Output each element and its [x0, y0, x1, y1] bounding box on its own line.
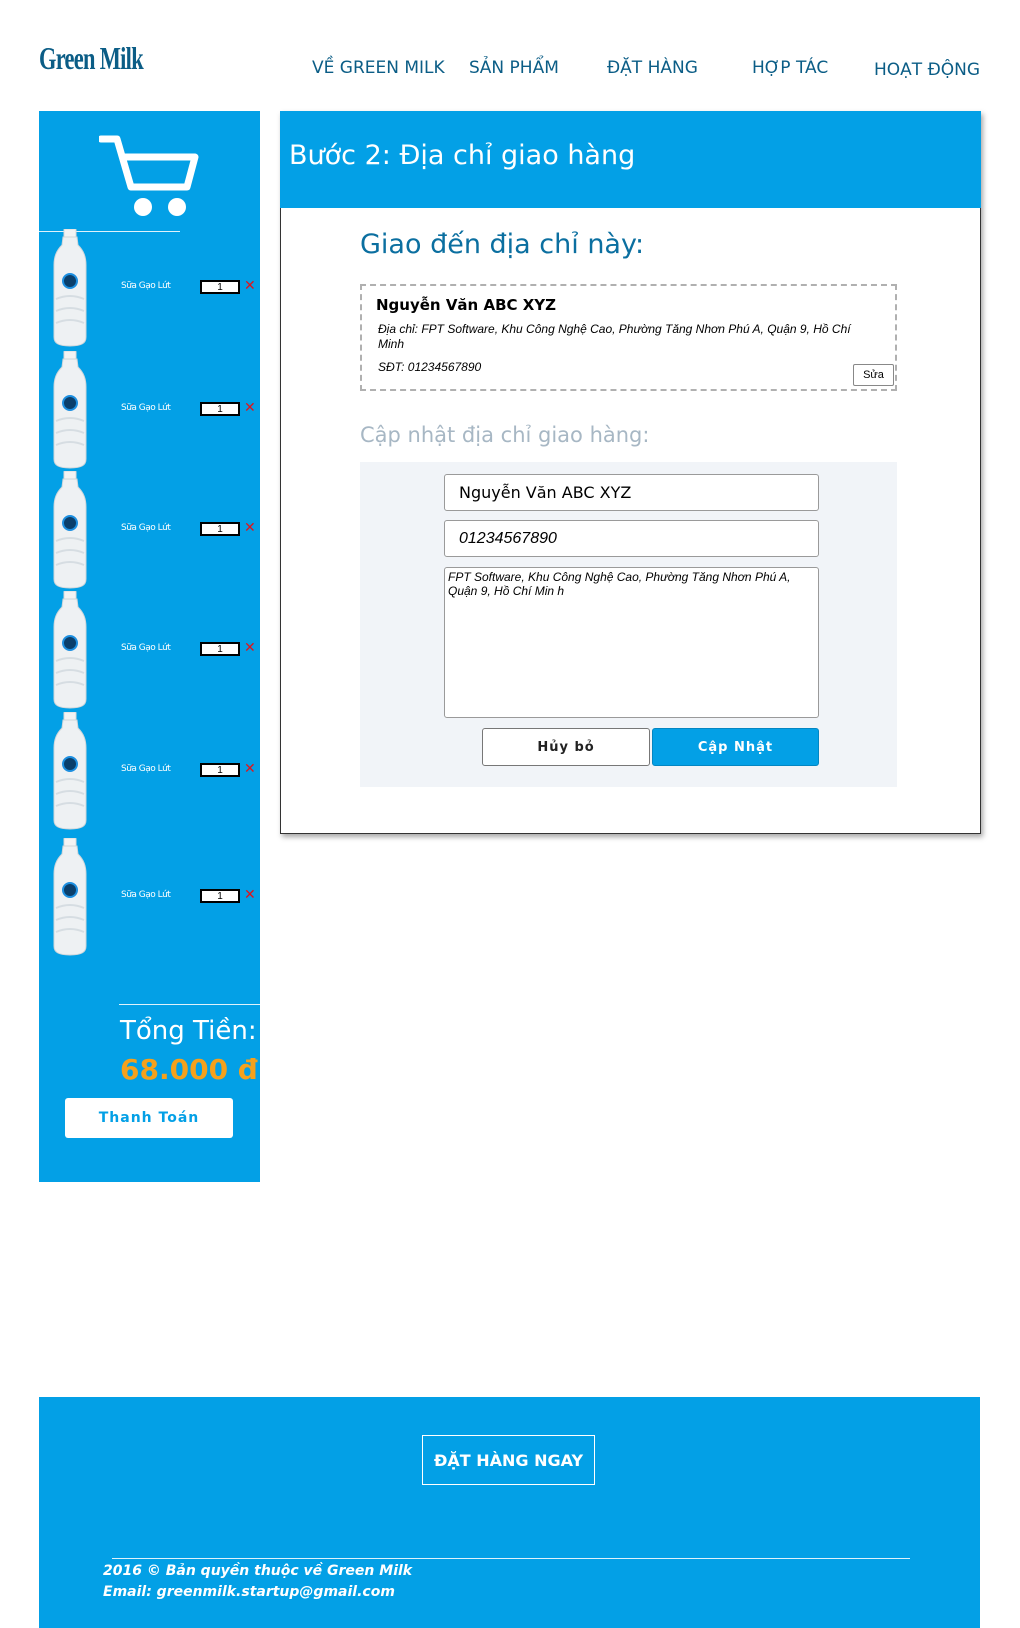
cart-item: Sữa Gạo Lứt ✕ — [39, 588, 260, 713]
total-value: 68.000 đ — [120, 1053, 258, 1086]
address-form: FPT Software, Khu Công Nghệ Cao, Phường … — [360, 462, 897, 787]
logo[interactable]: Green Milk — [39, 40, 144, 77]
address-line: Địa chỉ: FPT Software, Khu Công Nghệ Cao… — [378, 322, 851, 351]
quantity-input[interactable] — [200, 642, 240, 656]
total-divider — [119, 1004, 260, 1005]
cancel-button[interactable]: Hủy bỏ — [482, 728, 650, 766]
deliver-heading: Giao đến địa chỉ này: — [360, 229, 645, 260]
remove-item-icon[interactable]: ✕ — [244, 887, 256, 903]
total-label: Tổng Tiền: — [120, 1016, 257, 1046]
cart-item: Sữa Gạo Lứt ✕ — [39, 348, 260, 473]
quantity-input[interactable] — [200, 763, 240, 777]
page-title: Bước 2: Địa chỉ giao hàng — [289, 140, 636, 171]
product-bottle-image — [51, 711, 89, 830]
remove-item-icon[interactable]: ✕ — [244, 400, 256, 416]
remove-item-icon[interactable]: ✕ — [244, 640, 256, 656]
cart-item: Sữa Gạo Lứt ✕ — [39, 226, 260, 351]
address-card: Nguyễn Văn ABC XYZ Địa chỉ: FPT Software… — [360, 284, 897, 391]
address-name: Nguyễn Văn ABC XYZ — [376, 296, 557, 314]
product-bottle-image — [51, 350, 89, 469]
quantity-input[interactable] — [200, 402, 240, 416]
product-bottle-image — [51, 837, 89, 956]
nav-activities[interactable]: HOẠT ĐỘNG — [874, 60, 980, 80]
name-input[interactable] — [444, 474, 819, 511]
cart-item: Sữa Gạo Lứt ✕ — [39, 709, 260, 834]
nav-about[interactable]: VỀ GREEN MILK — [312, 58, 445, 78]
update-button[interactable]: Cập Nhật — [652, 728, 819, 766]
quantity-input[interactable] — [200, 889, 240, 903]
remove-item-icon[interactable]: ✕ — [244, 278, 256, 294]
nav-products[interactable]: SẢN PHẨM — [469, 58, 559, 78]
remove-item-icon[interactable]: ✕ — [244, 761, 256, 777]
product-bottle-image — [51, 470, 89, 589]
update-heading: Cập nhật địa chỉ giao hàng: — [360, 423, 650, 447]
cart-sidebar: Sữa Gạo Lứt✕Sữa Gạo Lứt✕Sữa Gạo Lứt✕Sữa … — [39, 111, 260, 1182]
shipping-address-panel: Bước 2: Địa chỉ giao hàng Giao đến địa c… — [280, 111, 981, 834]
quantity-input[interactable] — [200, 522, 240, 536]
remove-item-icon[interactable]: ✕ — [244, 520, 256, 536]
cart-item-name: Sữa Gạo Lứt — [121, 764, 171, 774]
cart-item-name: Sữa Gạo Lứt — [121, 890, 171, 900]
copyright-text: 2016 © Bản quyền thuộc về Green Milk — [103, 1563, 413, 1579]
cart-item-name: Sữa Gạo Lứt — [121, 523, 171, 533]
cart-item-name: Sữa Gạo Lứt — [121, 281, 171, 291]
product-bottle-image — [51, 228, 89, 347]
address-phone: SĐT: 01234567890 — [378, 360, 482, 374]
cart-item: Sữa Gạo Lứt ✕ — [39, 835, 260, 960]
edit-address-button[interactable]: Sửa — [853, 364, 894, 386]
checkout-button[interactable]: Thanh Toán — [65, 1098, 233, 1138]
order-now-button[interactable]: ĐẶT HÀNG NGAY — [422, 1435, 595, 1485]
panel-header: Bước 2: Địa chỉ giao hàng — [280, 111, 981, 208]
shopping-cart-icon — [99, 135, 199, 216]
footer-divider — [112, 1558, 910, 1559]
nav-partnership[interactable]: HỢP TÁC — [752, 58, 828, 78]
cart-item-name: Sữa Gạo Lứt — [121, 403, 171, 413]
footer: ĐẶT HÀNG NGAY 2016 © Bản quyền thuộc về … — [39, 1397, 980, 1628]
cart-item: Sữa Gạo Lứt ✕ — [39, 468, 260, 593]
nav-order[interactable]: ĐẶT HÀNG — [607, 58, 698, 78]
quantity-input[interactable] — [200, 280, 240, 294]
cart-item-name: Sữa Gạo Lứt — [121, 643, 171, 653]
product-bottle-image — [51, 590, 89, 709]
address-textarea[interactable]: FPT Software, Khu Công Nghệ Cao, Phường … — [444, 567, 819, 718]
contact-email: Email: greenmilk.startup@gmail.com — [103, 1584, 395, 1600]
phone-input[interactable] — [444, 520, 819, 557]
